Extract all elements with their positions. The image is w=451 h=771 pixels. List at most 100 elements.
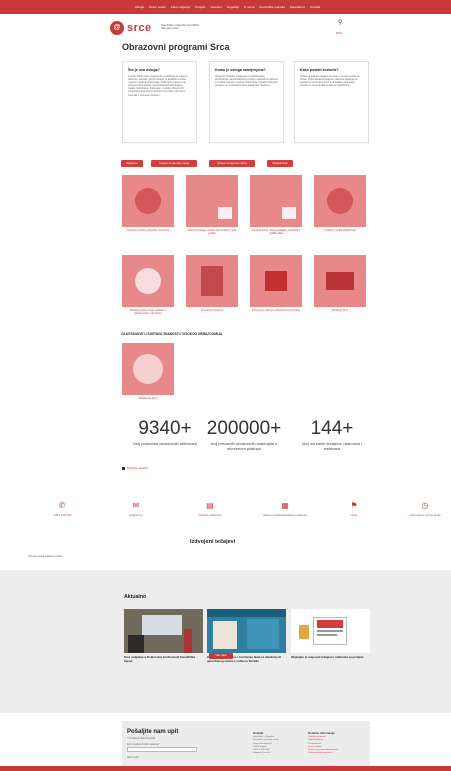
contact-column-title: Kontakt — [253, 731, 264, 735]
tile-label[interactable]: Uredski i multimedijski alati — [314, 229, 366, 232]
news-heading: Aktualno — [124, 594, 147, 600]
nav-item-zaposlenici[interactable]: Zaposlenici — [290, 5, 305, 9]
filter-button-basic[interactable]: Tečajevi za stjecanje znanja — [151, 160, 197, 167]
stat-label: broj polaznika obrazovnih aktivnosti — [133, 441, 197, 446]
nav-item-kontakt[interactable]: Kontakt — [310, 5, 320, 9]
info-box-text: Obrazovni programi namijenjeni su nastav… — [215, 76, 278, 88]
document-icon: ▤ — [206, 501, 214, 510]
page-title: Obrazovni programi Srca — [122, 42, 230, 52]
stat-label: broj održanih tečajeva, radionica i webi… — [302, 441, 362, 451]
info-box-how: Kako postati korisnik? Prijave na pojedi… — [294, 61, 369, 143]
tile-image — [122, 343, 174, 395]
tag-icon — [122, 466, 125, 470]
tile-akademija[interactable]: Akademija Srca — [122, 343, 174, 400]
tile-image — [250, 255, 302, 307]
contact-line[interactable]: helpdesk@srce.hr — [253, 752, 279, 755]
contact-column: Sveučilište u Zagrebu Sveučilišni računs… — [253, 736, 279, 756]
more-news-button[interactable]: Više vijesti — [209, 653, 233, 659]
nav-item-projekti[interactable]: Projekti — [195, 5, 205, 9]
tile-webinars[interactable]: Webinari Srca — [314, 255, 366, 312]
tile-label[interactable]: Osnove uporabe računala i interneta — [122, 229, 174, 232]
contact-text[interactable]: Cjenik — [329, 514, 379, 517]
info-box-title: Što je ova usluga? — [128, 68, 160, 72]
nav-item-usluge[interactable]: Usluge — [135, 5, 144, 9]
tile-label[interactable]: Platforme alati i druge podrške u akadem… — [122, 309, 174, 315]
contact-text[interactable]: radno vrijeme od 8 do 16 sati — [400, 514, 450, 517]
name-field-label: Ime i prezime ili naziv ustanove * — [127, 744, 161, 746]
top-navigation: Usluge Nexto Leaks Kako sudjeluju Projek… — [0, 0, 451, 14]
tag-icon: ⚑ — [350, 501, 358, 510]
info-box-for-whom: Komu je usluga namijenjena? Obrazovni pr… — [209, 61, 284, 143]
nav-item-2[interactable]: Nexto Leaks — [149, 5, 166, 9]
logo-text[interactable]: srce — [127, 22, 152, 34]
nav-item-3[interactable]: Kako sudjeluju — [171, 5, 191, 9]
stat-materials: 200000+ broj preuzetih obrazovnih materi… — [203, 418, 285, 451]
contact-text[interactable]: Raspored održavanja tečajeva i radionica — [260, 514, 310, 517]
tile-conferences[interactable]: Znanstveni skupovi — [186, 255, 238, 312]
featured-heading: Izdvojeni tečajevi — [190, 539, 236, 545]
contact-documents[interactable]: ▤ Pravilnici i dokumenti — [185, 501, 235, 517]
contact-pricelist[interactable]: ⚑ Cjenik — [329, 501, 379, 517]
filter-bar: Radionice Tečajevi za stjecanje znanja T… — [121, 160, 341, 168]
stat-number: 200000+ — [206, 418, 282, 439]
news-image — [124, 609, 203, 653]
phone-icon: ✆ — [58, 501, 66, 510]
tile-office[interactable]: Uredski i multimedijski alati — [314, 175, 366, 232]
language-switch[interactable]: ENG — [336, 31, 343, 35]
tile-image — [122, 255, 174, 307]
news-image — [291, 609, 370, 653]
tile-programming[interactable]: Programiranje, baze podataka, statističk… — [250, 175, 302, 235]
tile-label[interactable]: Programiranje, baze podataka, statističk… — [250, 229, 302, 235]
clock-icon: ◷ — [421, 501, 429, 510]
tag-link[interactable]: Digitalne vještine — [122, 466, 148, 470]
tile-label[interactable]: Web tehnologije, izrada web stranica i w… — [186, 229, 238, 235]
news-image — [207, 609, 286, 653]
nav-item-o-nama[interactable]: O nama — [244, 5, 255, 9]
tag-label[interactable]: Digitalne vještine — [127, 466, 148, 470]
tile-label[interactable]: Akademija Srca — [122, 397, 174, 400]
tile-label[interactable]: Primjena e-učenja u obrazovnom procesu — [250, 309, 302, 312]
name-field[interactable] — [127, 747, 197, 752]
tile-platforms[interactable]: Platforme alati i druge podrške u akadem… — [122, 255, 174, 315]
tile-label[interactable]: Znanstveni skupovi — [186, 309, 238, 312]
news-title[interactable]: Objavljen je raspored tečajeva i radioni… — [291, 655, 370, 660]
nav-item-podrska[interactable]: Korisnička podrška — [260, 5, 285, 9]
contact-hours[interactable]: ◷ radno vrijeme od 8 do 16 sati — [400, 501, 450, 517]
tile-web[interactable]: Web tehnologije, izrada web stranica i w… — [186, 175, 238, 235]
news-card[interactable]: Srce sudjeluje u Doktorskoj konferenciji… — [124, 609, 203, 664]
nav-item-aktualno[interactable]: Aktualno — [210, 5, 222, 9]
info-column: Politika privatnosti Uvjeti korištenja P… — [308, 736, 338, 756]
tile-elearning[interactable]: Primjena e-učenja u obrazovnom procesu — [250, 255, 302, 312]
featured-note: Trenutno nema tečajeva u ispisu — [28, 555, 63, 558]
contact-text[interactable]: Pravilnici i dokumenti — [185, 514, 235, 517]
filter-button-radionice[interactable]: Radionice — [121, 160, 143, 167]
calendar-icon: ▦ — [281, 501, 289, 510]
form-hint: * Označena obavezna polja — [127, 738, 156, 740]
tile-basics[interactable]: Osnove uporabe računala i interneta — [122, 175, 174, 232]
contact-text[interactable]: +385 1 6165 165 — [37, 514, 87, 517]
contact-schedule[interactable]: ▦ Raspored održavanja tečajeva i radioni… — [260, 501, 310, 517]
filter-button-webinari[interactable]: Webinari Srca — [267, 160, 293, 167]
news-title[interactable]: Srce sudjeluje u Doktorskoj konferenciji… — [124, 655, 203, 664]
contact-text[interactable]: edu@srce.hr — [111, 514, 161, 517]
stat-courses: 144+ broj održanih tečajeva, radionica i… — [296, 418, 368, 451]
tile-image — [314, 175, 366, 227]
section-heading: ZA USTANOVE U SUSTAVU ZNANOSTI I VISOKOG… — [121, 332, 223, 336]
tile-label[interactable]: Webinari Srca — [314, 309, 366, 312]
stat-number: 144+ — [310, 418, 354, 439]
info-column-title: Dodatne informacije — [308, 731, 335, 735]
nav-item-dogadaji[interactable]: Događaji — [227, 5, 239, 9]
site-header: @ srce Sveučilište u Zagrebu Sveučilišni… — [110, 19, 360, 37]
news-card[interactable]: Objavljen je raspored tečajeva i radioni… — [291, 609, 370, 660]
srce-logo-icon[interactable]: @ — [110, 21, 124, 35]
form-title: Pošaljite nam upit — [127, 729, 179, 735]
contact-email[interactable]: ✉ edu@srce.hr — [111, 501, 161, 517]
contact-phone[interactable]: ✆ +385 1 6165 165 — [37, 501, 87, 517]
logo-subtitle: Sveučilište u Zagrebu Sveučilišni računs… — [161, 24, 199, 31]
filter-button-advanced[interactable]: Tečajevi za naprednu razinu — [209, 160, 255, 167]
info-link[interactable]: Zaštita osobnih podataka — [308, 752, 338, 755]
subject-field-label: Naziv upita* — [127, 757, 140, 759]
tile-image — [250, 175, 302, 227]
search-icon[interactable]: ⚲ — [338, 19, 342, 26]
stat-number: 9340+ — [138, 418, 192, 439]
